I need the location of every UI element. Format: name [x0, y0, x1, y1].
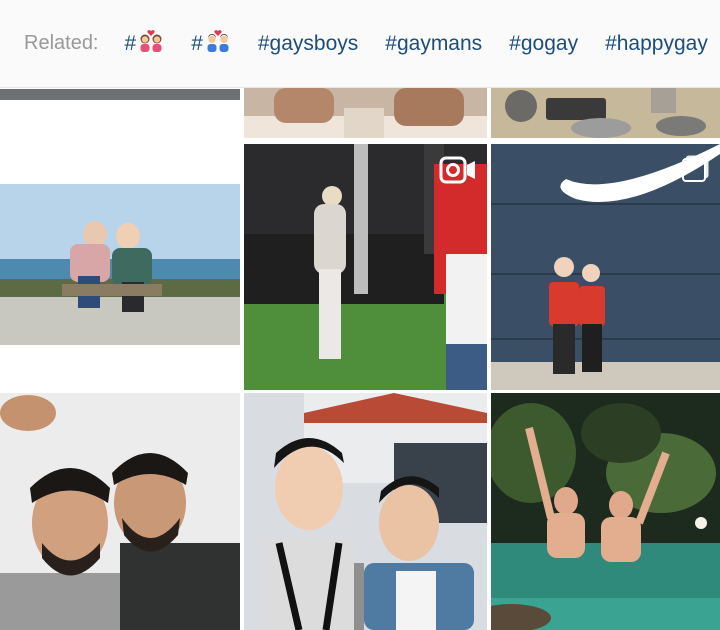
- post-thumbnail[interactable]: [491, 393, 720, 630]
- post-thumbnail[interactable]: [491, 88, 720, 138]
- hashtag-link-women-couple[interactable]: #: [124, 29, 165, 58]
- post-grid: [0, 88, 720, 630]
- hashtag-link-gaymans[interactable]: #gaymans: [385, 32, 482, 56]
- post-thumbnail[interactable]: [0, 393, 240, 630]
- post-thumbnail[interactable]: [0, 88, 240, 100]
- post-thumbnail[interactable]: [244, 393, 487, 630]
- hashtag-link-happygay[interactable]: #happygay: [605, 32, 708, 56]
- hashtag-link-gogay[interactable]: #gogay: [509, 32, 578, 56]
- carousel-icon: [682, 158, 706, 182]
- hashtag-link-men-couple[interactable]: #: [191, 29, 231, 58]
- hashtag-link-gaysboys[interactable]: #gaysboys: [258, 32, 358, 56]
- carousel-icon: [202, 158, 226, 182]
- couple-men-heart-icon: [205, 29, 231, 58]
- related-label: Related:: [24, 32, 99, 54]
- video-icon: [439, 156, 477, 184]
- post-thumbnail[interactable]: [244, 144, 487, 390]
- couple-women-heart-icon: [138, 29, 164, 58]
- post-thumbnail[interactable]: [491, 144, 720, 390]
- post-thumbnail[interactable]: [0, 144, 240, 390]
- related-hashtags-bar: Related: # # #gaysboys #gaymans #gogay #…: [0, 0, 720, 88]
- hashtag-prefix: #: [124, 31, 137, 55]
- hashtag-prefix: #: [191, 31, 203, 55]
- post-thumbnail[interactable]: [244, 88, 487, 138]
